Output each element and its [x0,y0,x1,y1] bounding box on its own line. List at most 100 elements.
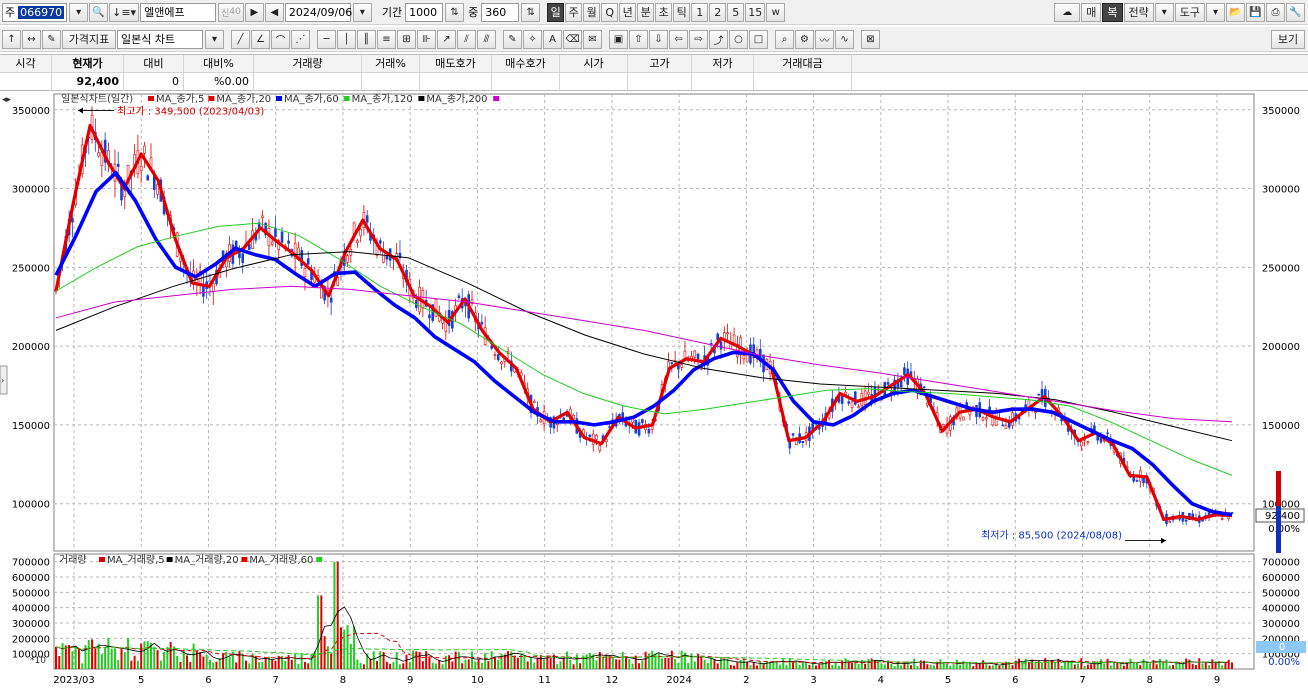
stock-code-input[interactable]: 066970 [18,5,65,19]
fan-tool-icon[interactable]: ⋰ [291,29,310,49]
rectangle-tool-icon[interactable]: □ [749,29,768,49]
parallel-line-tool-icon[interactable]: ⫽ [457,29,476,49]
volume-bar [1172,665,1175,669]
volume-bar [1155,664,1158,669]
code-dropdown-icon[interactable]: ▾ [69,2,89,22]
interval-button-6[interactable]: 초 [655,2,673,22]
zoom-tool-icon[interactable]: ⌕ [775,29,794,49]
scroll-left-right-icon[interactable]: ◂▸ [2,95,12,105]
magic-tool-icon[interactable]: ✧ [523,29,542,49]
text-tool-icon[interactable]: A [543,29,562,49]
interval-button-9[interactable]: 2 [709,2,727,22]
print-icon[interactable]: ⎙ [1266,2,1285,22]
chart-type-dropdown-icon[interactable]: ▾ [205,29,224,49]
volume-bar [487,661,490,669]
volume-bar [202,656,205,669]
interval-button-0[interactable]: 일 [547,2,565,22]
volume-bar [877,661,880,669]
sort-toggle-icon[interactable]: ↓≡▾ [109,2,140,22]
volume-bar [474,661,477,669]
pencil-tool-icon[interactable]: ✎ [503,29,522,49]
drawing-toolbar: ↑ ↔ ✎ 가격지표 일본식 차트 ▾ ╱ ∠ ⌒ ⋰ ─ │ ║ ≡ ⊞ ⊪ ↗ ⫽ ⫻ ✎ ✧ A ⌫ ✉ ▣ ⇧… [0,27,1308,52]
interval-button-11[interactable]: 15 [745,2,766,22]
vertical-lines-tool-icon[interactable]: ║ [357,29,376,49]
interval-button-4[interactable]: 년 [619,2,637,22]
parallel-channel-tool-icon[interactable]: ⫻ [477,29,496,49]
arrow-up-tool-icon[interactable]: ⇧ [629,29,648,49]
right-button-0[interactable]: 매 [1081,2,1102,22]
folder-open-icon[interactable]: 📂 [1226,2,1245,22]
x-tick-label: 11 [538,675,551,686]
interval-button-3[interactable]: Q [601,2,619,22]
circle-tool-icon[interactable]: ○ [729,29,748,49]
arrow-down-tool-icon[interactable]: ⇩ [649,29,668,49]
quote-header-cell: 대비% [184,55,254,73]
settings-tool-icon[interactable]: ⚙ [795,29,814,49]
play-back-icon[interactable]: ◀ [264,2,284,22]
arrow-up-icon[interactable]: ↑ [2,29,21,49]
stock-name-field[interactable]: 엘앤에프 [140,2,217,22]
arc-tool-icon[interactable]: ⌒ [271,29,290,49]
delete-tool-icon[interactable]: ⊠ [861,29,880,49]
interval-button-2[interactable]: 월 [583,2,601,22]
quote-header-cell: 거래량 [254,55,362,73]
volume-bar [372,651,375,669]
interval-button-1[interactable]: 주 [565,2,583,22]
market-prefix: 주 [5,6,16,19]
edit-icon[interactable]: ✎ [42,29,61,49]
frame-tool-icon[interactable]: ▣ [609,29,628,49]
price-indicator-button[interactable]: 가격지표 [62,29,116,49]
x-tick-label: 10 [471,675,484,686]
volume-bar [192,643,195,669]
volume-bar [998,665,1001,669]
zoom-input[interactable]: 360 [481,2,520,22]
save-icon[interactable]: 💾 [1246,2,1265,22]
arrow-right-tool-icon[interactable]: ⇨ [689,29,708,49]
volume-bar [949,665,952,669]
interval-button-5[interactable]: 분 [637,2,655,22]
wave-indicator-icon[interactable]: w [766,2,786,22]
trend-line-tool-icon[interactable]: ↗ [437,29,456,49]
search-icon[interactable]: 🔍 [89,2,109,22]
interval-button-10[interactable]: 5 [727,2,745,22]
arrow-jump-tool-icon[interactable]: ⤴ [709,29,728,49]
wave-2-tool-icon[interactable]: ∿ [835,29,854,49]
right-button-dropdown-icon-3[interactable]: ▾ [1206,2,1225,22]
arrows-horizontal-icon[interactable]: ↔ [22,29,41,49]
right-button-3[interactable]: 도구 [1174,2,1205,22]
grid-tool-icon[interactable]: ⊞ [397,29,416,49]
horizontal-line-tool-icon[interactable]: ─ [317,29,336,49]
chart-type-select[interactable]: 일본식 차트 [117,29,203,49]
channel-tool-icon[interactable]: ≡ [377,29,396,49]
chart-svg[interactable]: 100000150000200000250000300000350000 100… [0,91,1308,687]
bars-tool-icon[interactable]: ⊪ [417,29,436,49]
period-input[interactable]: 1000 [405,2,444,22]
interval-button-8[interactable]: 1 [691,2,709,22]
zoom-spin-icon[interactable]: ⇅ [521,2,541,22]
date-dropdown-icon[interactable]: ▾ [352,2,372,22]
right-button-1[interactable]: 복 [1102,2,1123,22]
right-button-dropdown-icon-2[interactable]: ▾ [1154,2,1174,22]
angle-line-tool-icon[interactable]: ∠ [251,29,270,49]
right-range-bar-blue [1276,506,1281,553]
interval-button-7[interactable]: 틱 [673,2,691,22]
eraser-tool-icon[interactable]: ⌫ [563,29,582,49]
vertical-line-tool-icon[interactable]: │ [337,29,356,49]
view-button[interactable]: 보기 [1271,29,1305,49]
volume-bar [870,658,873,669]
market-code-field[interactable]: 주 066970 [2,2,68,22]
volume-bar [113,648,116,669]
date-input[interactable]: 2024/09/06 [284,2,352,22]
wave-tool-icon[interactable]: 〰 [815,29,834,49]
right-button-2[interactable]: 전략 [1123,2,1154,22]
play-forward-icon[interactable]: ▶ [244,2,264,22]
wrench-icon[interactable]: 🔧 [1286,2,1305,22]
cloud-icon[interactable]: ☁ [1054,2,1081,22]
period-spin-icon[interactable]: ⇅ [445,2,465,22]
x-axis: 2023/03 5 6 7 8 9 10 11 12 2024 2 3 4 5 6 7 8 9 [53,675,1220,686]
note-tool-icon[interactable]: ✉ [583,29,602,49]
volume-bar [153,647,156,669]
arrow-left-tool-icon[interactable]: ⇦ [669,29,688,49]
line-tool-icon[interactable]: ╱ [231,29,250,49]
quote-header-cell: 고가 [628,55,692,73]
